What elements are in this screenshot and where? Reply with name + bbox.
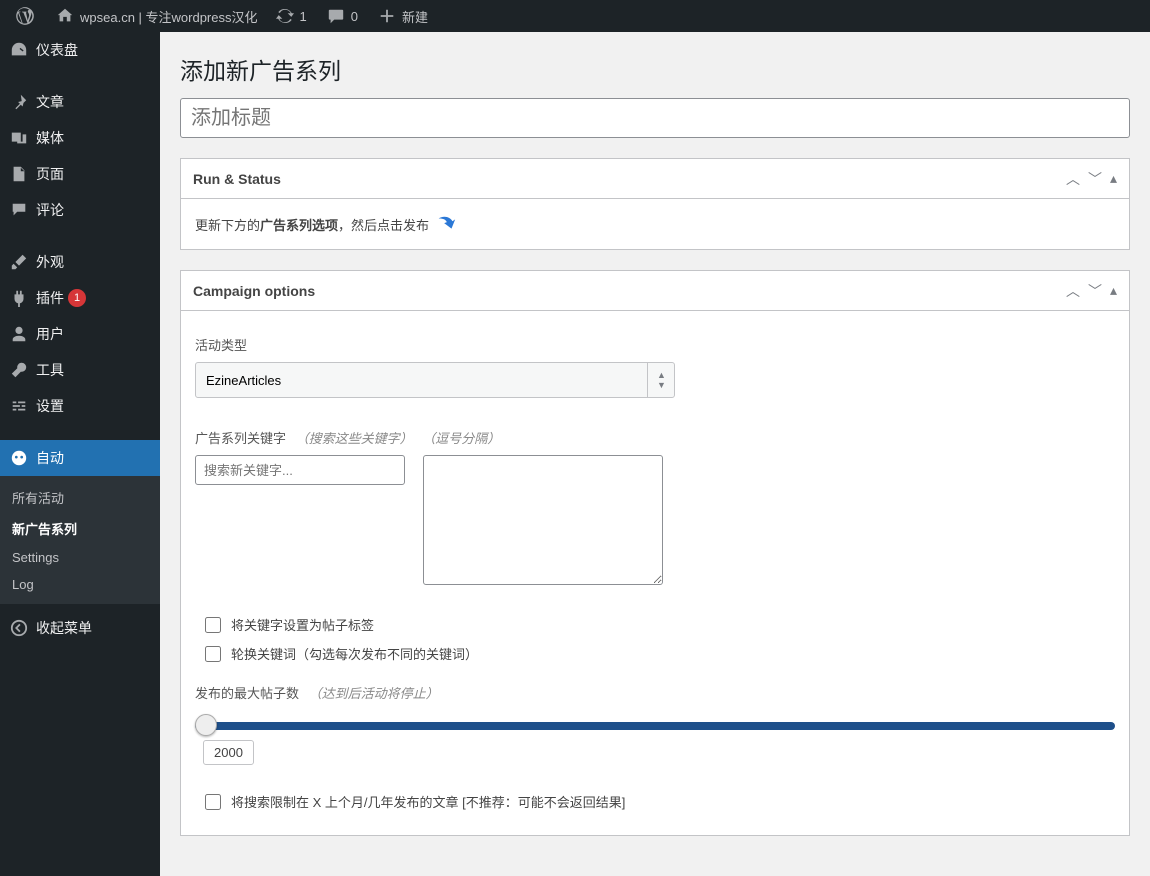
- run-status-box: Run & Status ︿ ﹀ ▴ 更新下方的 广告系列选项 ，然后点击发布: [180, 158, 1130, 250]
- adminbar-site[interactable]: wpsea.cn | 专注wordpress汉化: [48, 0, 266, 32]
- dashboard-icon: [10, 41, 28, 59]
- sidebar-label: 插件: [36, 288, 64, 308]
- sidebar-item-tools[interactable]: 工具: [0, 352, 160, 388]
- slider-value: 2000: [203, 740, 254, 765]
- sidebar-item-media[interactable]: 媒体: [0, 120, 160, 156]
- max-posts-slider[interactable]: 2000: [195, 714, 1115, 738]
- settings-icon: [10, 397, 28, 415]
- adminbar-comments-count: 0: [351, 9, 358, 24]
- sidebar-label: 收起菜单: [36, 618, 92, 638]
- wordpress-icon: [16, 7, 34, 25]
- comment-icon: [327, 7, 345, 25]
- toggle-icon[interactable]: ▴: [1110, 170, 1117, 187]
- sidebar-label: 自动: [36, 448, 64, 468]
- toggle-icon[interactable]: ▴: [1110, 282, 1117, 299]
- sidebar-sub-new-campaign[interactable]: 新广告系列: [0, 513, 160, 544]
- sidebar-sub-log[interactable]: Log: [0, 571, 160, 598]
- sidebar-label: 工具: [36, 360, 64, 380]
- adminbar-updates-count: 1: [300, 9, 307, 24]
- wp-logo[interactable]: [8, 0, 48, 32]
- sidebar-label: 页面: [36, 164, 64, 184]
- keywords-label: 广告系列关键字 （搜索这些关键字） （逗号分隔）: [195, 428, 1115, 447]
- keywords-textarea[interactable]: [423, 455, 663, 585]
- adminbar-updates[interactable]: 1: [268, 0, 315, 32]
- sidebar-collapse[interactable]: 收起菜单: [0, 610, 160, 646]
- sidebar-item-posts[interactable]: 文章: [0, 84, 160, 120]
- select-spinner-icon[interactable]: ▲▼: [647, 362, 675, 398]
- arrow-down-icon: [435, 213, 457, 235]
- user-icon: [10, 325, 28, 343]
- set-tags-label: 将关键字设置为帖子标签: [231, 615, 374, 634]
- max-posts-label: 发布的最大帖子数 （达到后活动将停止）: [195, 683, 1115, 702]
- sidebar-item-plugins[interactable]: 插件 1: [0, 280, 160, 316]
- run-status-text: 更新下方的 广告系列选项 ，然后点击发布: [195, 213, 1115, 235]
- sidebar-label: 仪表盘: [36, 40, 78, 60]
- sidebar-item-settings[interactable]: 设置: [0, 388, 160, 424]
- campaign-type-label: 活动类型: [195, 335, 1115, 354]
- postbox-controls: ︿ ﹀ ▴: [1066, 169, 1117, 189]
- page-title: 添加新广告系列: [180, 32, 1130, 98]
- sidebar-label: 媒体: [36, 128, 64, 148]
- sidebar-item-appearance[interactable]: 外观: [0, 244, 160, 280]
- sidebar-submenu: 所有活动 新广告系列 Settings Log: [0, 476, 160, 604]
- set-tags-checkbox[interactable]: [205, 617, 221, 633]
- limit-search-checkbox[interactable]: [205, 794, 221, 810]
- sidebar-label: 用户: [36, 324, 64, 344]
- admin-sidebar: 仪表盘 文章 媒体 页面 评论 外观 插件 1: [0, 32, 160, 876]
- adminbar-comments[interactable]: 0: [319, 0, 366, 32]
- sidebar-separator: [0, 73, 160, 79]
- postbox-title: Run & Status: [193, 171, 281, 187]
- tools-icon: [10, 361, 28, 379]
- sidebar-separator: [0, 429, 160, 435]
- adminbar-site-name: wpsea.cn | 专注wordpress汉化: [80, 7, 258, 26]
- move-up-icon[interactable]: ︿: [1066, 281, 1080, 301]
- sidebar-label: 文章: [36, 92, 64, 112]
- plus-icon: [378, 7, 396, 25]
- plugin-update-badge: 1: [68, 289, 86, 307]
- plugin-icon: [10, 289, 28, 307]
- sidebar-item-users[interactable]: 用户: [0, 316, 160, 352]
- main-content: 添加新广告系列 Run & Status ︿ ﹀ ▴ 更新下方的 广告系列选项 …: [160, 32, 1150, 876]
- move-down-icon[interactable]: ﹀: [1088, 281, 1102, 301]
- campaign-title-input[interactable]: [180, 98, 1130, 138]
- limit-search-label: 将搜索限制在 X 上个月/几年发布的文章 [不推荐：可能不会返回结果]: [231, 792, 625, 811]
- slider-track: [195, 722, 1115, 730]
- postbox-header: Run & Status ︿ ﹀ ▴: [181, 159, 1129, 199]
- campaign-options-box: Campaign options ︿ ﹀ ▴ 活动类型 EzineArticle…: [180, 270, 1130, 836]
- home-icon: [56, 7, 74, 25]
- sidebar-label: 设置: [36, 396, 64, 416]
- keyword-search-input[interactable]: [195, 455, 405, 485]
- sidebar-item-comments[interactable]: 评论: [0, 192, 160, 228]
- sidebar-label: 评论: [36, 200, 64, 220]
- rotate-keywords-checkbox[interactable]: [205, 646, 221, 662]
- sidebar-item-dashboard[interactable]: 仪表盘: [0, 32, 160, 68]
- collapse-icon: [10, 619, 28, 637]
- sidebar-item-pages[interactable]: 页面: [0, 156, 160, 192]
- rotate-keywords-label: 轮换关键词（勾选每次发布不同的关键词）: [231, 644, 478, 663]
- pin-icon: [10, 93, 28, 111]
- postbox-title: Campaign options: [193, 283, 315, 299]
- postbox-controls: ︿ ﹀ ▴: [1066, 281, 1117, 301]
- admin-bar: wpsea.cn | 专注wordpress汉化 1 0 新建: [0, 0, 1150, 32]
- slider-handle[interactable]: [195, 714, 217, 736]
- postbox-header: Campaign options ︿ ﹀ ▴: [181, 271, 1129, 311]
- sidebar-label: 外观: [36, 252, 64, 272]
- brush-icon: [10, 253, 28, 271]
- sidebar-separator: [0, 233, 160, 239]
- comments-icon: [10, 201, 28, 219]
- sidebar-item-auto[interactable]: 自动: [0, 440, 160, 476]
- page-icon: [10, 165, 28, 183]
- move-up-icon[interactable]: ︿: [1066, 169, 1080, 189]
- update-icon: [276, 7, 294, 25]
- move-down-icon[interactable]: ﹀: [1088, 169, 1102, 189]
- sidebar-sub-settings[interactable]: Settings: [0, 544, 160, 571]
- adminbar-new-label: 新建: [402, 7, 428, 26]
- sidebar-sub-all-campaigns[interactable]: 所有活动: [0, 482, 160, 513]
- media-icon: [10, 129, 28, 147]
- robot-icon: [10, 449, 28, 467]
- campaign-type-select[interactable]: EzineArticles: [195, 362, 675, 398]
- adminbar-new[interactable]: 新建: [370, 0, 436, 32]
